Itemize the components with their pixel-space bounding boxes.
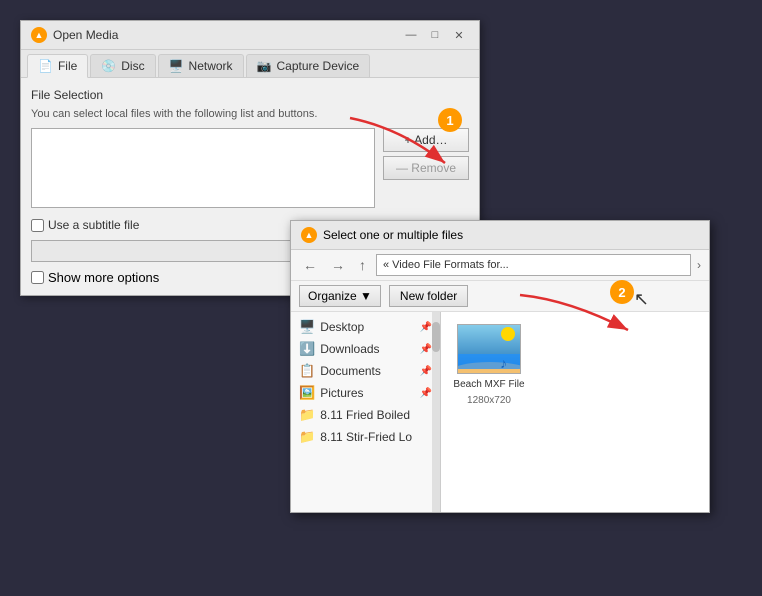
section-desc: You can select local files with the foll… (31, 108, 469, 120)
capture-tab-label: Capture Device (277, 59, 360, 73)
file-list-box[interactable] (31, 128, 375, 208)
path-bar[interactable]: « Video File Formats for... (376, 254, 691, 276)
file-tab-label: File (58, 59, 77, 73)
tab-disc[interactable]: 💿 Disc (90, 54, 155, 77)
network-tab-icon: 🖥️ (169, 59, 184, 73)
file-browser-dialog: ▲ Select one or multiple files ← → ↑ « V… (290, 220, 710, 513)
pictures-icon: 🖼️ (299, 385, 315, 401)
tree-scrollbar-thumb (432, 322, 440, 352)
annotation-badge-1: 1 (438, 108, 462, 132)
downloads-pin: 📌 (420, 344, 432, 355)
up-button[interactable]: ↑ (355, 255, 370, 275)
tree-item-downloads[interactable]: ⬇️ Downloads 📌 (291, 338, 440, 360)
show-more-label: Show more options (48, 270, 159, 285)
subtitle-checkbox-label[interactable]: Use a subtitle file (31, 218, 139, 232)
desktop-pin: 📌 (420, 322, 432, 333)
window-controls: — □ ✕ (401, 27, 469, 43)
maximize-button[interactable]: □ (425, 27, 445, 43)
file-browser-body: 🖥️ Desktop 📌 ⬇️ Downloads 📌 📋 Documents … (291, 312, 709, 512)
desktop-label: Desktop (320, 320, 364, 334)
back-button[interactable]: ← (299, 255, 321, 275)
pictures-label: Pictures (320, 386, 363, 400)
file-tab-icon: 📄 (38, 59, 53, 73)
folder1-label: 8.11 Fried Boiled (320, 408, 410, 422)
path-display: « Video File Formats for... (383, 259, 509, 271)
tree-item-pictures[interactable]: 🖼️ Pictures 📌 (291, 382, 440, 404)
tab-capture[interactable]: 📷 Capture Device (246, 54, 371, 77)
beach-mxf-name: Beach MXF File (453, 378, 524, 391)
documents-label: Documents (320, 364, 381, 378)
vlc-icon: ▲ (31, 27, 47, 43)
cursor-icon: ↖ (634, 289, 649, 310)
beach-mxf-thumbnail: ♪ (457, 324, 521, 374)
new-folder-button[interactable]: New folder (389, 285, 468, 307)
network-tab-label: Network (189, 59, 233, 73)
file-action-toolbar: Organize ▼ New folder ↖ (291, 281, 709, 312)
disc-tab-icon: 💿 (101, 59, 116, 73)
desktop-icon: 🖥️ (299, 319, 315, 335)
tree-item-stir-fried[interactable]: 📁 8.11 Stir-Fried Lo (291, 426, 440, 448)
add-button[interactable]: + Add… (383, 128, 469, 152)
tab-file[interactable]: 📄 File (27, 54, 88, 78)
subtitle-label: Use a subtitle file (48, 218, 139, 232)
nav-arrow: › (697, 258, 701, 272)
file-dialog-title-text: Select one or multiple files (323, 228, 463, 242)
file-main-area: ♪ Beach MXF File 1280x720 (441, 312, 709, 512)
documents-icon: 📋 (299, 363, 315, 379)
capture-tab-icon: 📷 (257, 59, 272, 73)
folder1-icon: 📁 (299, 407, 315, 423)
svg-text:♪: ♪ (500, 355, 507, 371)
tree-item-documents[interactable]: 📋 Documents 📌 (291, 360, 440, 382)
beach-mxf-resolution: 1280x720 (467, 395, 511, 406)
tab-bar: 📄 File 💿 Disc 🖥️ Network 📷 Capture Devic… (21, 50, 479, 78)
tree-item-fried-boiled[interactable]: 📁 8.11 Fried Boiled (291, 404, 440, 426)
organize-button[interactable]: Organize ▼ (299, 285, 381, 307)
tree-item-desktop[interactable]: 🖥️ Desktop 📌 (291, 316, 440, 338)
title-bar-left: ▲ Open Media (31, 27, 118, 43)
forward-button[interactable]: → (327, 255, 349, 275)
file-area: + Add… — Remove (31, 128, 469, 208)
beach-mxf-file-thumb[interactable]: ♪ Beach MXF File 1280x720 (449, 320, 529, 410)
downloads-icon: ⬇️ (299, 341, 315, 357)
annotation-badge-2: 2 (610, 280, 634, 304)
pictures-pin: 📌 (420, 388, 432, 399)
dialog-title: Open Media (53, 28, 118, 42)
subtitle-checkbox[interactable] (31, 219, 44, 232)
file-tree: 🖥️ Desktop 📌 ⬇️ Downloads 📌 📋 Documents … (291, 312, 441, 512)
remove-button[interactable]: — Remove (383, 156, 469, 180)
tree-scrollbar[interactable] (432, 312, 440, 512)
disc-tab-label: Disc (121, 59, 144, 73)
downloads-label: Downloads (320, 342, 379, 356)
tab-network[interactable]: 🖥️ Network (158, 54, 244, 77)
file-buttons: + Add… — Remove (383, 128, 469, 208)
file-dialog-title: ▲ Select one or multiple files (291, 221, 709, 250)
minimize-button[interactable]: — (401, 27, 421, 43)
close-button[interactable]: ✕ (449, 27, 469, 43)
folder2-icon: 📁 (299, 429, 315, 445)
file-dialog-vlc-icon: ▲ (301, 227, 317, 243)
title-bar: ▲ Open Media — □ ✕ (21, 21, 479, 50)
section-label: File Selection (31, 88, 469, 102)
show-more-checkbox[interactable] (31, 271, 44, 284)
folder2-label: 8.11 Stir-Fried Lo (320, 430, 412, 444)
file-nav-toolbar: ← → ↑ « Video File Formats for... › (291, 250, 709, 281)
documents-pin: 📌 (420, 366, 432, 377)
